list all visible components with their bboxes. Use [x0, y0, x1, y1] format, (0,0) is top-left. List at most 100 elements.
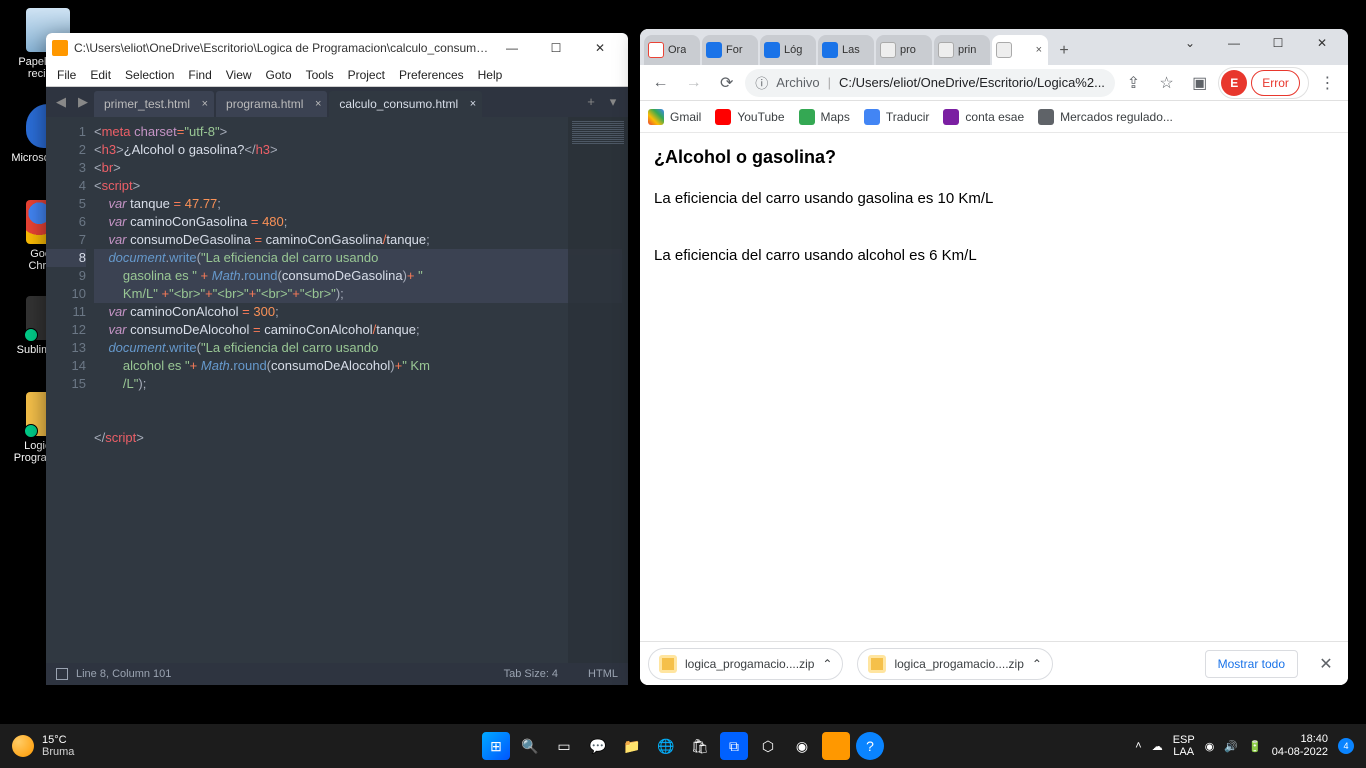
explorer-button[interactable]: 📁: [618, 732, 646, 760]
close-button[interactable]: ✕: [1300, 29, 1344, 57]
show-all-downloads-button[interactable]: Mostrar todo: [1205, 650, 1298, 678]
bookmark-label: YouTube: [737, 110, 784, 124]
back-button[interactable]: ←: [646, 68, 675, 98]
chrome-button[interactable]: ◉: [788, 732, 816, 760]
app-button[interactable]: ⬡: [754, 732, 782, 760]
tab-favicon-icon: [822, 42, 838, 58]
download-item[interactable]: logica_progamacio....zip⌃: [648, 648, 843, 680]
address-bar[interactable]: ⓘ Archivo | C:/Users/eliot/OneDrive/Escr…: [745, 69, 1115, 97]
menu-goto[interactable]: Goto: [259, 68, 299, 82]
tab-nav-left-icon[interactable]: ◀: [50, 87, 72, 117]
error-indicator[interactable]: Error: [1251, 70, 1300, 96]
browser-tab[interactable]: Lóg: [760, 35, 816, 65]
browser-tab[interactable]: pro: [876, 35, 932, 65]
status-lang[interactable]: HTML: [588, 668, 618, 680]
menu-project[interactable]: Project: [341, 68, 392, 82]
sublime-menubar: File Edit Selection Find View Goto Tools…: [46, 63, 628, 87]
chrome-tabstrip: Ora For Lóg Las pro prin × + ⌄ — ☐ ✕: [640, 29, 1348, 65]
code-content[interactable]: <meta charset="utf-8"> <h3>¿Alcohol o ga…: [94, 117, 628, 663]
menu-help[interactable]: Help: [471, 68, 510, 82]
download-filename: logica_progamacio....zip: [894, 657, 1023, 671]
tab-favicon-icon: [706, 42, 722, 58]
bookmark-item[interactable]: Traducir: [864, 109, 930, 125]
tab-close-icon[interactable]: ×: [1034, 44, 1044, 56]
taskview-button[interactable]: ▭: [550, 732, 578, 760]
maximize-button[interactable]: ☐: [1256, 29, 1300, 57]
bookmark-item[interactable]: conta esae: [943, 109, 1024, 125]
battery-icon[interactable]: 🔋: [1248, 740, 1262, 753]
tab-label: primer_test.html: [104, 97, 190, 111]
bookmark-button[interactable]: ☆: [1152, 68, 1181, 98]
new-tab-button[interactable]: +: [1050, 37, 1078, 65]
kebab-menu-button[interactable]: ⋮: [1313, 68, 1342, 98]
download-chevron-icon[interactable]: ⌃: [1032, 657, 1042, 671]
menu-view[interactable]: View: [219, 68, 259, 82]
notification-badge[interactable]: 4: [1338, 738, 1354, 754]
editor-tab[interactable]: programa.html×: [216, 91, 327, 117]
editor-tab[interactable]: primer_test.html ×: [94, 91, 214, 117]
onedrive-icon[interactable]: ☁: [1152, 740, 1163, 753]
status-tabsize[interactable]: Tab Size: 4: [504, 668, 558, 680]
download-chevron-icon[interactable]: ⌃: [822, 657, 832, 671]
wifi-icon[interactable]: ◉: [1205, 740, 1215, 753]
help-button[interactable]: ?: [856, 732, 884, 760]
close-button[interactable]: ✕: [578, 33, 622, 63]
download-item[interactable]: logica_progamacio....zip ⌃: [857, 648, 1052, 680]
clock[interactable]: 18:40 04-08-2022: [1272, 733, 1328, 759]
sublime-titlebar[interactable]: C:\Users\eliot\OneDrive\Escritorio\Logic…: [46, 33, 628, 63]
search-button[interactable]: 🔍: [516, 732, 544, 760]
tray-overflow-icon[interactable]: ˄: [1135, 740, 1141, 752]
menu-find[interactable]: Find: [181, 68, 218, 82]
tab-label: Ora: [668, 44, 686, 56]
language-indicator[interactable]: ESP LAA: [1173, 734, 1195, 758]
browser-tab[interactable]: Las: [818, 35, 874, 65]
reload-button[interactable]: ⟳: [712, 68, 741, 98]
bookmark-item[interactable]: Gmail: [648, 109, 701, 125]
tab-close-icon[interactable]: ×: [470, 98, 476, 110]
bookmark-favicon-icon: [648, 109, 664, 125]
chat-button[interactable]: 💬: [584, 732, 612, 760]
menu-file[interactable]: File: [50, 68, 83, 82]
tab-nav-right-icon[interactable]: ▶: [72, 87, 94, 117]
browser-tab[interactable]: Ora: [644, 35, 700, 65]
minimap[interactable]: [568, 117, 628, 663]
share-button[interactable]: ⇪: [1119, 68, 1148, 98]
sublime-taskbar-button[interactable]: [822, 732, 850, 760]
menu-edit[interactable]: Edit: [83, 68, 118, 82]
status-cursor[interactable]: Line 8, Column 101: [76, 668, 171, 680]
taskbar-weather[interactable]: 15°C Bruma: [0, 734, 74, 758]
browser-tab-active[interactable]: ×: [992, 35, 1048, 65]
bookmark-item[interactable]: YouTube: [715, 109, 784, 125]
sidepanel-button[interactable]: ▣: [1185, 68, 1214, 98]
tab-add-icon[interactable]: +: [580, 87, 602, 117]
store-button[interactable]: 🛍: [686, 732, 714, 760]
start-button[interactable]: ⊞: [482, 732, 510, 760]
profile-avatar[interactable]: E: [1221, 70, 1247, 96]
minimize-button[interactable]: —: [1212, 29, 1256, 57]
edge-button[interactable]: 🌐: [652, 732, 680, 760]
tab-close-icon[interactable]: ×: [202, 98, 208, 110]
weather-cond: Bruma: [42, 746, 74, 758]
tab-favicon-icon: [648, 42, 664, 58]
bookmark-item[interactable]: Maps: [799, 109, 850, 125]
forward-button[interactable]: →: [679, 68, 708, 98]
tab-close-icon[interactable]: ×: [315, 98, 321, 110]
menu-tools[interactable]: Tools: [299, 68, 341, 82]
close-downloads-bar-button[interactable]: ✕: [1312, 654, 1340, 674]
dropbox-button[interactable]: ⧉: [720, 732, 748, 760]
maximize-button[interactable]: ☐: [534, 33, 578, 63]
minimize-button[interactable]: —: [490, 33, 534, 63]
tab-label: pro: [900, 44, 916, 56]
menu-selection[interactable]: Selection: [118, 68, 181, 82]
status-panel-icon[interactable]: [56, 668, 68, 680]
editor-tab-active[interactable]: calculo_consumo.html×: [329, 91, 482, 117]
tabsearch-button[interactable]: ⌄: [1168, 29, 1212, 57]
browser-tab[interactable]: For: [702, 35, 758, 65]
volume-icon[interactable]: 🔊: [1224, 740, 1238, 753]
browser-tab[interactable]: prin: [934, 35, 990, 65]
editor-area[interactable]: 123456789101112131415 <meta charset="utf…: [46, 117, 628, 663]
tab-menu-icon[interactable]: ▾: [602, 87, 624, 117]
bookmark-item[interactable]: Mercados regulado...: [1038, 109, 1173, 125]
menu-preferences[interactable]: Preferences: [392, 68, 471, 82]
file-info-icon[interactable]: ⓘ: [755, 73, 768, 92]
